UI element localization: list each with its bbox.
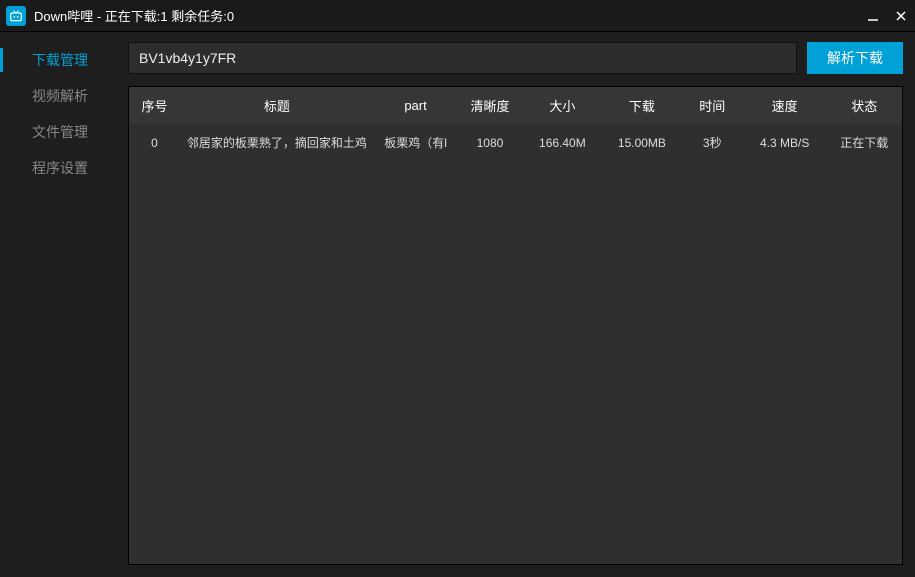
sidebar-item-download-manager[interactable]: 下载管理 [0, 42, 120, 78]
sidebar-item-video-parse[interactable]: 视频解析 [0, 78, 120, 114]
header-title: 标题 [180, 87, 374, 124]
main-area: 下载管理 视频解析 文件管理 程序设置 解析下载 序号 标题 part [0, 32, 915, 577]
sidebar-item-label: 程序设置 [32, 158, 88, 178]
header-quality: 清晰度 [457, 87, 522, 124]
header-time: 时间 [682, 87, 743, 124]
parse-download-button[interactable]: 解析下载 [807, 42, 903, 74]
header-index: 序号 [129, 87, 180, 124]
sidebar: 下载管理 视频解析 文件管理 程序设置 [0, 32, 120, 577]
sidebar-item-label: 视频解析 [32, 86, 88, 106]
sidebar-item-settings[interactable]: 程序设置 [0, 150, 120, 186]
minimize-button[interactable] [859, 0, 887, 31]
download-table: 序号 标题 part 清晰度 大小 下载 时间 速度 状态 0 邻居家的板栗熟了 [129, 87, 902, 161]
cell-part: 板栗鸡（有l [374, 124, 458, 161]
cell-speed: 4.3 MB/S [743, 124, 827, 161]
cell-time: 3秒 [682, 124, 743, 161]
header-size: 大小 [523, 87, 603, 124]
app-icon [6, 6, 26, 26]
header-part: part [374, 87, 458, 124]
header-downloaded: 下载 [602, 87, 682, 124]
table-row[interactable]: 0 邻居家的板栗熟了，摘回家和土鸡 板栗鸡（有l 1080 166.40M 15… [129, 124, 902, 161]
sidebar-item-file-manager[interactable]: 文件管理 [0, 114, 120, 150]
sidebar-item-label: 文件管理 [32, 122, 88, 142]
header-status: 状态 [826, 87, 902, 124]
cell-downloaded: 15.00MB [602, 124, 682, 161]
cell-index: 0 [129, 124, 180, 161]
cell-title: 邻居家的板栗熟了，摘回家和土鸡 [180, 124, 374, 161]
table-header-row: 序号 标题 part 清晰度 大小 下载 时间 速度 状态 [129, 87, 902, 124]
sidebar-item-label: 下载管理 [32, 50, 88, 70]
window-controls [859, 0, 915, 31]
titlebar: Down哔哩 - 正在下载:1 剩余任务:0 [0, 0, 915, 32]
cell-status: 正在下载 [826, 124, 902, 161]
search-bar: 解析下载 [128, 42, 903, 74]
cell-quality: 1080 [457, 124, 522, 161]
content-area: 解析下载 序号 标题 part 清晰度 大小 下载 时间 速度 状态 [120, 32, 915, 577]
close-button[interactable] [887, 0, 915, 31]
cell-size: 166.40M [523, 124, 603, 161]
download-table-area: 序号 标题 part 清晰度 大小 下载 时间 速度 状态 0 邻居家的板栗熟了 [128, 86, 903, 565]
window-title: Down哔哩 - 正在下载:1 剩余任务:0 [34, 6, 859, 25]
header-speed: 速度 [743, 87, 827, 124]
url-input[interactable] [128, 42, 797, 74]
